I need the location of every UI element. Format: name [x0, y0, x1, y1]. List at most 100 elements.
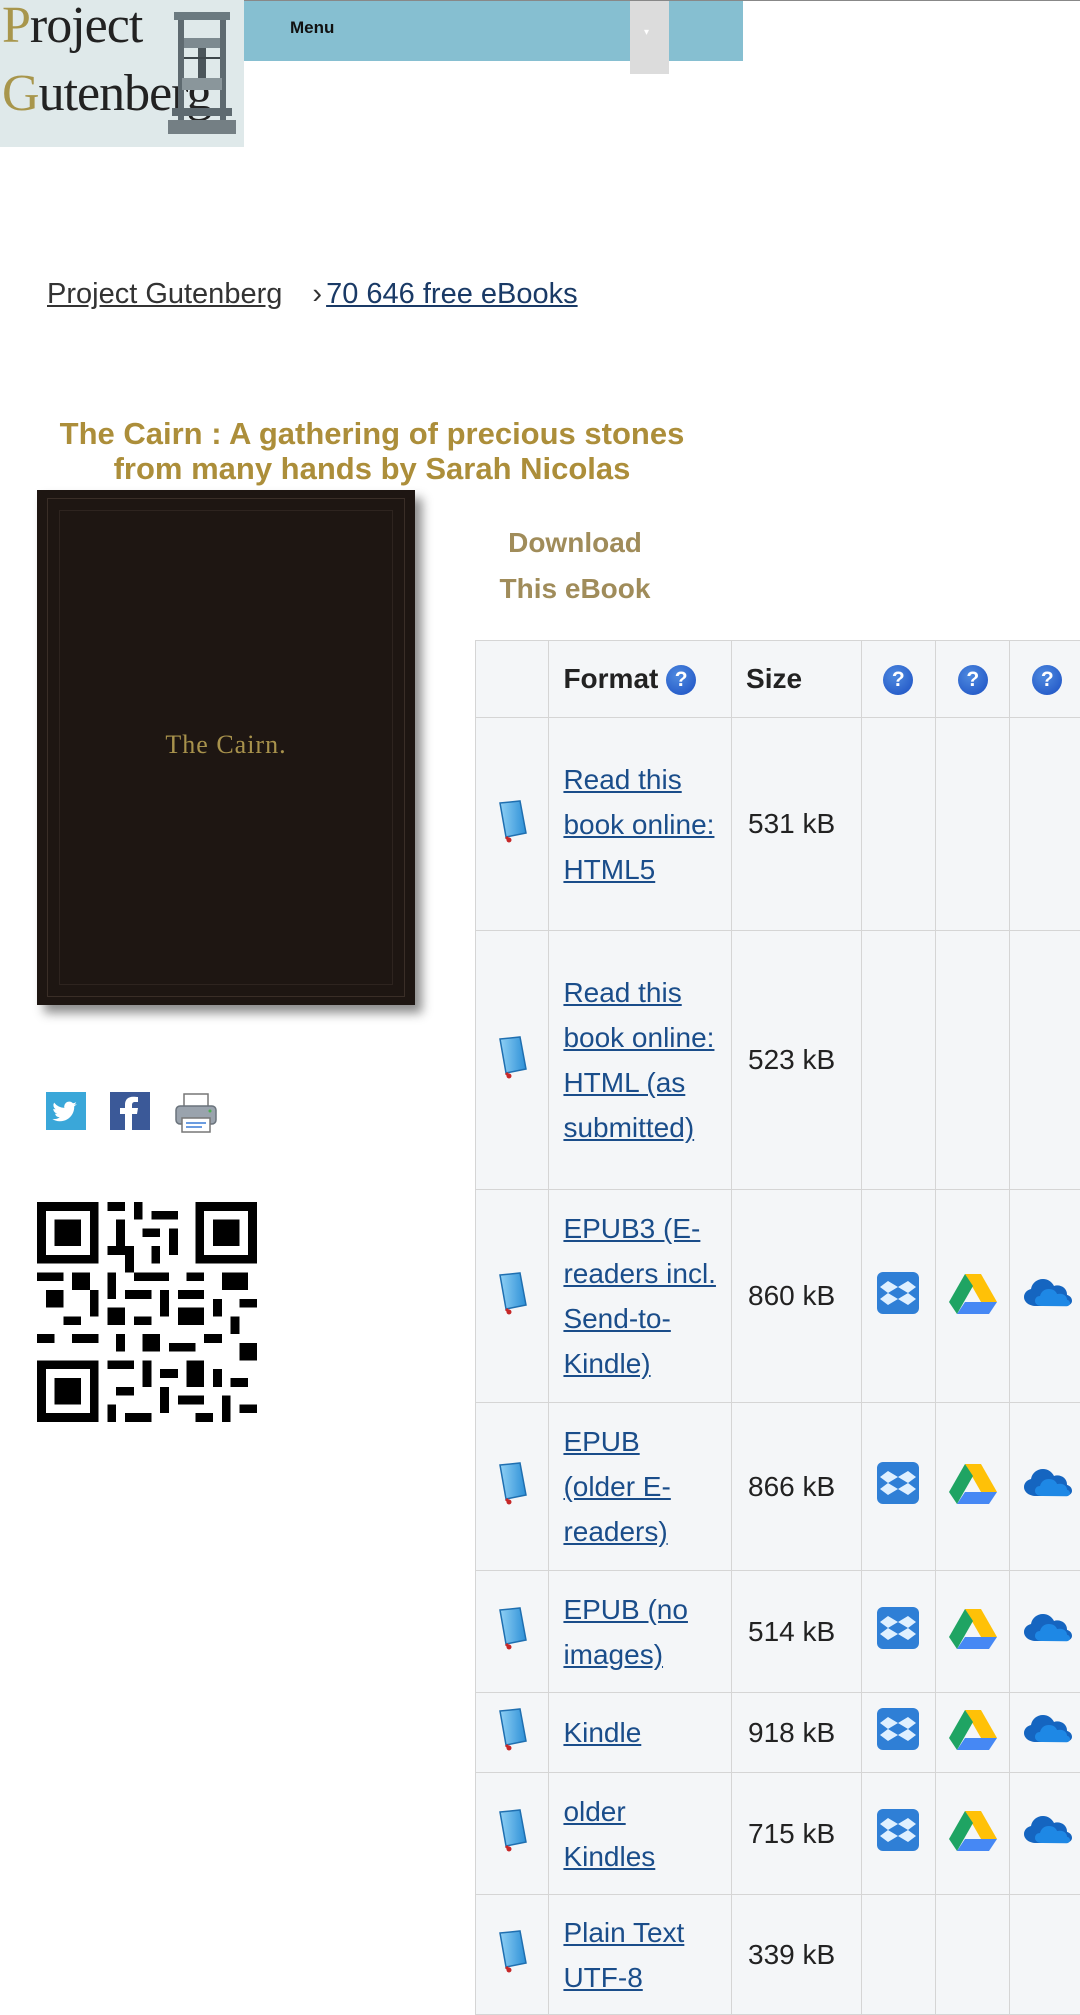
dropbox-cell: [861, 931, 935, 1190]
format-link[interactable]: Read this book online: HTML5: [563, 764, 714, 885]
google-drive-cell: [936, 1403, 1010, 1571]
breadcrumb: Project Gutenberg ›70 646 free eBooks: [47, 278, 578, 311]
format-cell: Read this book online: HTML5: [549, 718, 732, 931]
onedrive-cell: [1010, 1773, 1080, 1895]
format-cell: EPUB (older E-readers): [549, 1403, 732, 1571]
book-icon: [494, 1948, 530, 1979]
google-drive-icon[interactable]: [949, 1607, 997, 1649]
book-icon: [494, 1726, 530, 1757]
print-icon[interactable]: [174, 1092, 214, 1130]
format-cell: Kindle: [549, 1693, 732, 1773]
dropbox-icon[interactable]: [876, 1271, 920, 1315]
header-onedrive-help: ?: [1010, 641, 1080, 718]
dropbox-cell: [861, 1190, 935, 1403]
size-cell: 715 kB: [732, 1773, 862, 1895]
google-drive-cell: [936, 931, 1010, 1190]
dropbox-icon[interactable]: [876, 1606, 920, 1650]
size-cell: 339 kB: [732, 1895, 862, 2015]
google-drive-cell: [936, 1190, 1010, 1403]
dropbox-cell: [861, 1693, 935, 1773]
download-heading-line1: Download: [490, 520, 660, 566]
table-row: Kindle918 kB: [476, 1693, 1080, 1773]
table-row: EPUB3 (E-readers incl. Send-to-Kindle)86…: [476, 1190, 1080, 1403]
book-icon: [494, 1290, 530, 1321]
dropbox-icon[interactable]: [876, 1707, 920, 1751]
format-book-icon-cell: [476, 1571, 549, 1693]
breadcrumb-separator: ›: [312, 278, 322, 310]
format-link[interactable]: EPUB (older E-readers): [563, 1426, 670, 1547]
menu-label[interactable]: Menu: [290, 18, 334, 38]
table-row: Read this book online: HTML5531 kB: [476, 718, 1080, 931]
dropbox-cell: [861, 1403, 935, 1571]
onedrive-cell: [1010, 718, 1080, 931]
onedrive-icon[interactable]: [1022, 1276, 1072, 1310]
format-book-icon-cell: [476, 1693, 549, 1773]
cover-title: The Cairn.: [37, 730, 415, 760]
onedrive-cell: [1010, 1571, 1080, 1693]
format-link[interactable]: Read this book online: HTML (as submitte…: [563, 977, 714, 1143]
menu-dropdown-toggle[interactable]: ▾: [630, 1, 669, 74]
onedrive-cell: [1010, 1895, 1080, 2015]
format-book-icon-cell: [476, 931, 549, 1190]
format-book-icon-cell: [476, 1895, 549, 2015]
format-cell: EPUB3 (E-readers incl. Send-to-Kindle): [549, 1190, 732, 1403]
book-icon: [494, 1625, 530, 1656]
table-row: Read this book online: HTML (as submitte…: [476, 931, 1080, 1190]
onedrive-icon[interactable]: [1022, 1466, 1072, 1500]
header-gdrive-help: ?: [936, 641, 1010, 718]
format-link[interactable]: Plain Text UTF-8: [563, 1917, 684, 1993]
menu-bar[interactable]: Menu ▾: [244, 1, 743, 61]
onedrive-icon[interactable]: [1022, 1813, 1072, 1847]
chevron-down-icon: ▾: [644, 27, 649, 38]
format-link[interactable]: EPUB3 (E-readers incl. Send-to-Kindle): [563, 1213, 716, 1379]
qr-code: [36, 1202, 258, 1422]
table-row: older Kindles 715 kB: [476, 1773, 1080, 1895]
onedrive-cell: [1010, 1403, 1080, 1571]
facebook-icon[interactable]: [110, 1092, 150, 1130]
book-icon: [494, 1054, 530, 1085]
help-icon[interactable]: ?: [883, 665, 913, 695]
help-icon[interactable]: ?: [666, 665, 696, 695]
table-header-row: Format ? Size ? ? ?: [476, 641, 1080, 718]
format-book-icon-cell: [476, 1190, 549, 1403]
format-cell: older Kindles: [549, 1773, 732, 1895]
google-drive-icon[interactable]: [949, 1272, 997, 1314]
twitter-icon[interactable]: [46, 1092, 86, 1130]
dropbox-cell: [861, 718, 935, 931]
header-dropbox-help: ?: [861, 641, 935, 718]
google-drive-cell: [936, 1773, 1010, 1895]
onedrive-cell: [1010, 1190, 1080, 1403]
format-cell: Plain Text UTF-8: [549, 1895, 732, 2015]
breadcrumb-ebooks-count-link[interactable]: 70 646 free eBooks: [326, 278, 578, 310]
google-drive-icon[interactable]: [949, 1809, 997, 1851]
onedrive-cell: [1010, 931, 1080, 1190]
format-link[interactable]: EPUB (no images): [563, 1594, 688, 1670]
onedrive-icon[interactable]: [1022, 1712, 1072, 1746]
header-icon-col: [476, 641, 549, 718]
download-formats-table: Format ? Size ? ? ? Read this book onlin…: [475, 640, 1080, 2015]
format-link[interactable]: Kindle: [563, 1717, 641, 1748]
format-link[interactable]: older Kindles: [563, 1796, 655, 1872]
onedrive-cell: [1010, 1693, 1080, 1773]
dropbox-cell: [861, 1571, 935, 1693]
table-row: Plain Text UTF-8 339 kB: [476, 1895, 1080, 2015]
table-row: EPUB (no images) 514 kB: [476, 1571, 1080, 1693]
breadcrumb-home-link[interactable]: Project Gutenberg: [47, 278, 282, 310]
size-cell: 514 kB: [732, 1571, 862, 1693]
book-icon: [494, 1480, 530, 1511]
dropbox-icon[interactable]: [876, 1461, 920, 1505]
google-drive-cell: [936, 1693, 1010, 1773]
size-cell: 860 kB: [732, 1190, 862, 1403]
help-icon[interactable]: ?: [1032, 665, 1062, 695]
google-drive-icon[interactable]: [949, 1708, 997, 1750]
dropbox-cell: [861, 1895, 935, 2015]
help-icon[interactable]: ?: [958, 665, 988, 695]
download-heading-line2: This eBook: [490, 566, 660, 612]
google-drive-icon[interactable]: [949, 1462, 997, 1504]
dropbox-cell: [861, 1773, 935, 1895]
format-book-icon-cell: [476, 718, 549, 931]
site-logo[interactable]: Project Gutenberg: [0, 0, 244, 147]
dropbox-icon[interactable]: [876, 1808, 920, 1852]
onedrive-icon[interactable]: [1022, 1611, 1072, 1645]
size-cell: 523 kB: [732, 931, 862, 1190]
